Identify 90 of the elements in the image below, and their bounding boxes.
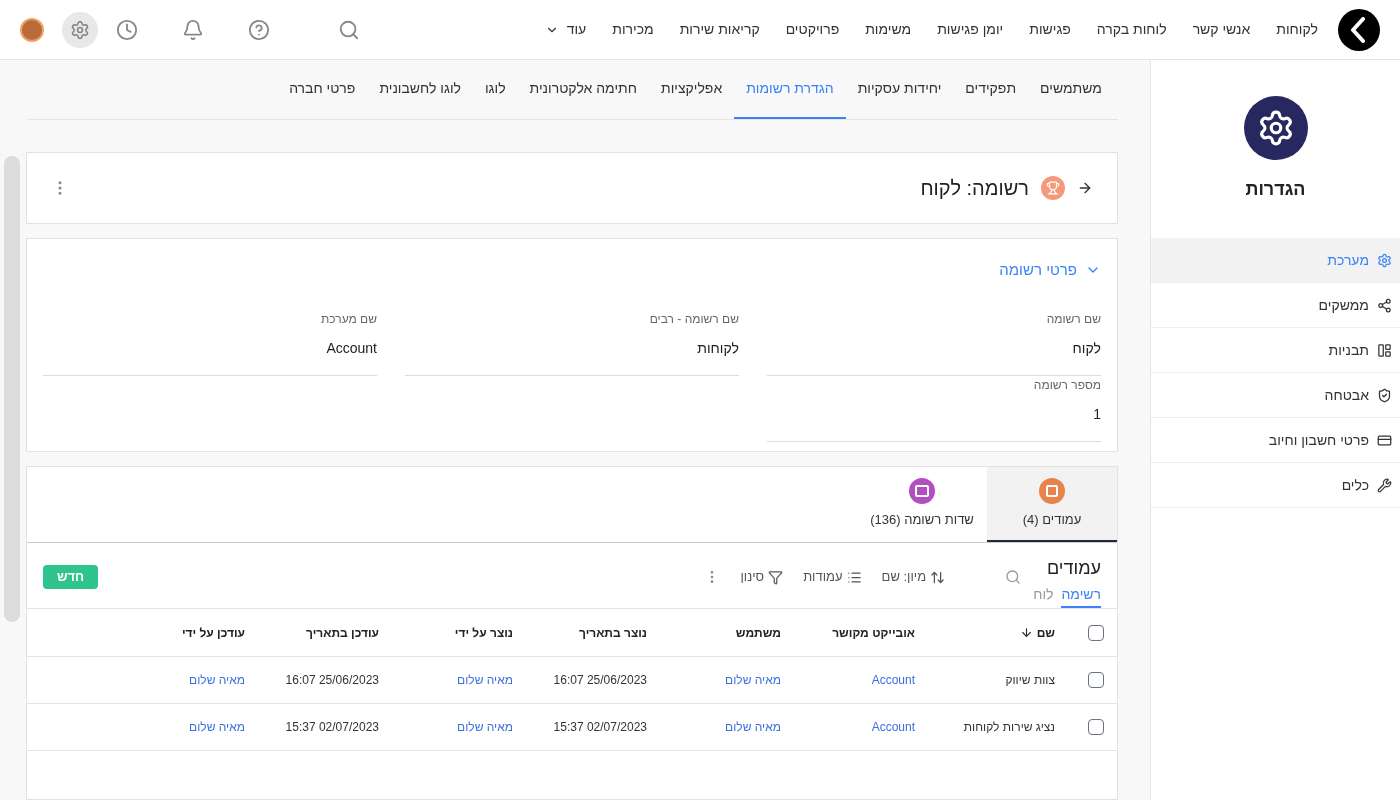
back-arrow-icon[interactable] <box>1077 180 1093 196</box>
columns-button[interactable]: עמודות <box>803 567 862 587</box>
settings-tab[interactable]: לוגו לחשבונית <box>367 60 473 119</box>
trophy-icon <box>1041 176 1065 200</box>
view-tab[interactable]: רשימה <box>1061 584 1101 608</box>
sidebar-item[interactable]: תבניות <box>1151 328 1400 373</box>
settings-tab[interactable]: משתמשים <box>1028 60 1114 119</box>
settings-tab[interactable]: אפליקציות <box>648 60 735 119</box>
checkbox[interactable] <box>1088 672 1104 688</box>
table-link[interactable]: מאיה שלום <box>667 718 801 736</box>
table-link[interactable]: מאיה שלום <box>399 671 533 689</box>
record-title: רשומה: לקוח <box>920 176 1029 201</box>
filter-button[interactable]: סינון <box>740 567 784 587</box>
sidebar-item[interactable]: כלים <box>1151 463 1400 508</box>
table-cell-text: 16:07 25/06/2023 <box>552 672 648 689</box>
column-header[interactable]: עודכן על ידי <box>131 623 265 642</box>
nav-link[interactable]: לקוחות <box>1276 19 1318 40</box>
nav-link[interactable]: פרויקטים <box>785 19 840 40</box>
table-cell-text: נציג שירות לקוחות <box>962 719 1056 736</box>
table-cell-text: 15:37 02/07/2023 <box>552 719 648 736</box>
field-value: 1 <box>1092 404 1101 424</box>
settings-tab[interactable]: תפקידים <box>953 60 1029 119</box>
sort-icon <box>930 569 946 585</box>
settings-button[interactable] <box>62 11 98 48</box>
arrow-down-icon <box>1019 626 1033 639</box>
help-icon[interactable] <box>248 18 270 41</box>
settings-tab[interactable]: הגדרת רשומות <box>734 60 846 119</box>
nav-link[interactable]: מכירות <box>612 19 654 40</box>
column-header[interactable]: שם <box>935 623 1075 642</box>
share-icon <box>1377 297 1392 313</box>
card-icon <box>1377 432 1392 448</box>
column-header[interactable]: נוצר בתאריך <box>533 623 667 642</box>
column-header[interactable]: עודכן בתאריך <box>265 623 399 642</box>
table-link[interactable]: מאיה שלום <box>131 671 265 689</box>
nav-link[interactable]: לוחות בקרה <box>1096 19 1167 40</box>
list-title: עמודים <box>1045 557 1101 580</box>
filter-icon <box>768 569 784 585</box>
gear-icon <box>1377 252 1392 268</box>
nav-link[interactable]: קריאות שירות <box>679 19 760 40</box>
settings-icon <box>70 19 90 40</box>
field-label: שם רשומה <box>1045 310 1101 328</box>
clock-icon[interactable] <box>116 18 138 41</box>
page-icon <box>1039 477 1065 504</box>
avatar[interactable] <box>20 17 44 42</box>
table-link[interactable]: מאיה שלום <box>131 718 265 736</box>
field-value: לקוחות <box>696 338 739 358</box>
field-value: לקוח <box>1071 338 1101 358</box>
sidebar-item[interactable]: אבטחה <box>1151 373 1400 418</box>
checkbox[interactable] <box>1088 719 1104 735</box>
layout-icon <box>1377 342 1392 358</box>
table-link[interactable]: Account <box>801 671 935 689</box>
rows-icon <box>909 477 935 504</box>
column-header[interactable]: אובייקט מקושר <box>801 623 935 642</box>
sidebar-item[interactable]: ממשקים <box>1151 283 1400 328</box>
column-header[interactable]: משתמש <box>667 623 801 642</box>
settings-tab[interactable]: חתימה אלקטרונית <box>517 60 649 119</box>
table-link[interactable]: מאיה שלום <box>399 718 533 736</box>
field-value: Account <box>325 338 377 358</box>
table-link[interactable]: מאיה שלום <box>667 671 801 689</box>
column-header[interactable]: נוצר על ידי <box>399 623 533 642</box>
checkbox[interactable] <box>1088 624 1104 641</box>
table-link[interactable]: Account <box>801 718 935 736</box>
field-label: שם רשומה - רבים <box>648 310 739 328</box>
nav-link[interactable]: אנשי קשר <box>1192 19 1251 40</box>
nav-link[interactable]: משימות <box>865 19 912 40</box>
settings-tab[interactable]: לוגו <box>472 60 518 119</box>
search-icon[interactable] <box>338 18 360 41</box>
details-toggle[interactable]: פרטי רשומה <box>43 259 1101 282</box>
list-icon <box>846 569 862 585</box>
table-cell-text: 16:07 25/06/2023 <box>284 672 380 689</box>
field-label: שם מערכת <box>320 310 377 328</box>
nav-link[interactable]: יומן פגישות <box>937 19 1004 40</box>
table-cell-text: צוות שיווק <box>1004 672 1056 689</box>
shield-icon <box>1377 387 1392 403</box>
table-cell-text: 15:37 02/07/2023 <box>284 719 380 736</box>
sort-button[interactable]: מיון: שם <box>881 567 946 587</box>
more-menu[interactable]: עוד <box>544 19 587 40</box>
sidebar-title: הגדרות <box>1245 177 1306 201</box>
bell-icon[interactable] <box>182 18 204 41</box>
scrollbar[interactable] <box>4 156 20 622</box>
settings-tab[interactable]: יחידות עסקיות <box>845 60 954 119</box>
field-label: מספר רשומה <box>1032 376 1101 394</box>
search-icon[interactable] <box>1005 569 1022 585</box>
settings-tab[interactable]: פרטי חברה <box>277 60 368 119</box>
logo-icon[interactable] <box>1338 8 1380 51</box>
sidebar-item[interactable]: פרטי חשבון וחיוב <box>1151 418 1400 463</box>
tools-icon <box>1377 477 1392 493</box>
sub-tab[interactable]: שדות רשומה (136) <box>857 467 987 542</box>
nav-link[interactable]: פגישות <box>1029 19 1071 40</box>
sub-tab[interactable]: עמודים (4) <box>987 467 1117 542</box>
